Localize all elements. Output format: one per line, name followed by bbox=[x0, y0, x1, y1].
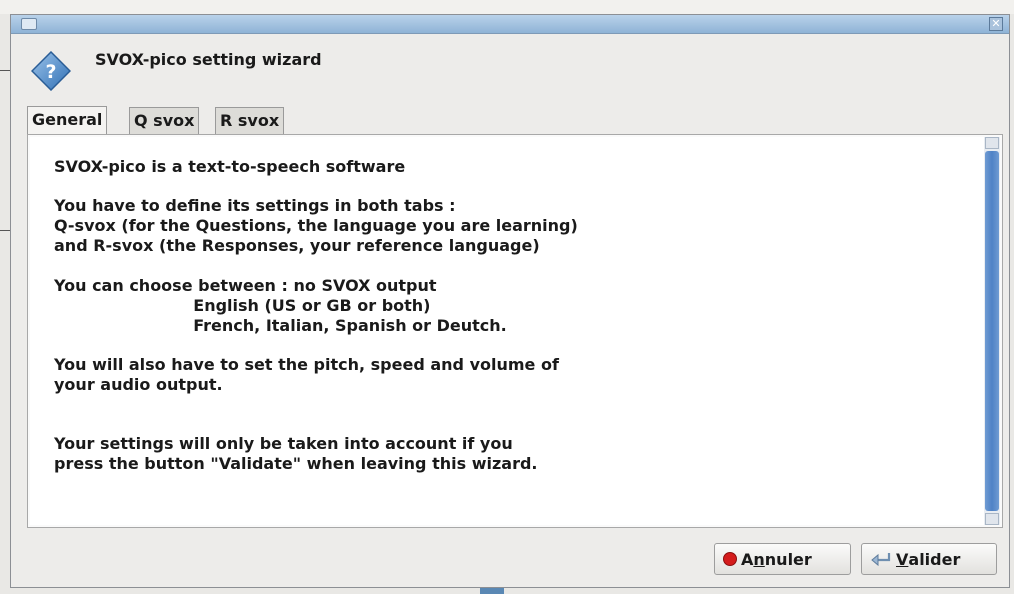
info-text-area[interactable]: SVOX-pico is a text-to-speech software Y… bbox=[30, 137, 984, 525]
validate-button[interactable]: Valider bbox=[861, 543, 997, 575]
cancel-button-label-start: A bbox=[741, 549, 754, 569]
cancel-button-label-rest: nuler bbox=[764, 549, 812, 569]
scroll-up-arrow-icon[interactable] bbox=[985, 137, 999, 149]
dialog-title: SVOX-pico setting wizard bbox=[95, 50, 322, 69]
tab-q-svox[interactable]: Q svox bbox=[129, 107, 200, 134]
info-line: You have to define its settings in both … bbox=[54, 196, 456, 215]
scroll-down-arrow-icon[interactable] bbox=[985, 513, 999, 525]
red-stop-icon bbox=[723, 552, 737, 566]
wizard-dialog: ✕ ? SVOX-pico setting wizard General Q s… bbox=[10, 14, 1010, 588]
background-window-strip bbox=[0, 0, 1014, 14]
cancel-button[interactable]: An nuler bbox=[714, 543, 851, 575]
general-tab-panel: SVOX-pico is a text-to-speech software Y… bbox=[27, 134, 1003, 528]
info-line: press the button "Validate" when leaving… bbox=[54, 454, 538, 473]
background-fragment bbox=[0, 230, 10, 231]
info-line: your audio output. bbox=[54, 375, 223, 394]
return-arrow-icon bbox=[871, 553, 891, 567]
validate-button-label-rest: alider bbox=[908, 549, 961, 569]
scrollbar-thumb[interactable] bbox=[985, 151, 999, 511]
info-line: English (US or GB or both) bbox=[54, 296, 431, 315]
info-line: Q-svox (for the Questions, the language … bbox=[54, 216, 578, 235]
close-icon[interactable]: ✕ bbox=[989, 17, 1003, 31]
info-line: You will also have to set the pitch, spe… bbox=[54, 355, 559, 374]
cancel-button-accelerator: n bbox=[753, 549, 765, 569]
tab-r-svox[interactable]: R svox bbox=[215, 107, 285, 134]
tab-general[interactable]: General bbox=[27, 106, 108, 135]
vertical-scrollbar[interactable] bbox=[984, 137, 1000, 525]
info-line: SVOX-pico is a text-to-speech software bbox=[54, 157, 406, 176]
window-menu-icon[interactable] bbox=[21, 18, 37, 30]
validate-button-accelerator: V bbox=[896, 549, 909, 569]
info-line: Your settings will only be taken into ac… bbox=[54, 434, 513, 453]
title-bar[interactable]: ✕ bbox=[11, 15, 1009, 34]
info-line: You can choose between : no SVOX output bbox=[54, 276, 437, 295]
info-line: French, Italian, Spanish or Deutch. bbox=[54, 316, 507, 335]
svg-text:?: ? bbox=[45, 61, 56, 83]
help-diamond-icon: ? bbox=[31, 51, 71, 91]
info-line: and R-svox (the Responses, your referenc… bbox=[54, 236, 540, 255]
background-fragment bbox=[0, 70, 10, 71]
